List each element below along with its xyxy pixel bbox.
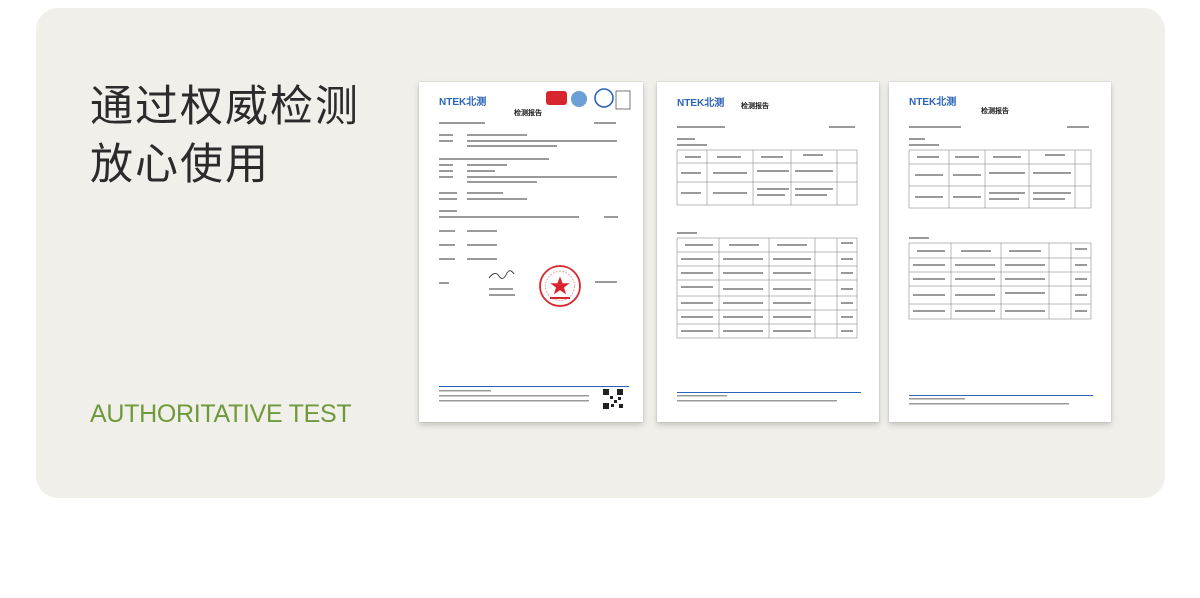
subline: AUTHORITATIVE TEST — [90, 400, 352, 428]
report-logo: NTEK北测 — [677, 96, 724, 109]
certification-mark-icon — [546, 88, 631, 110]
headline: 通过权威检测 放心使用 — [90, 78, 360, 194]
headline-line-2: 放心使用 — [90, 140, 270, 190]
test-report-page-1[interactable]: NTEK北测 检测报告 — [419, 82, 643, 422]
seal-stamp-icon — [539, 265, 581, 307]
report-logo: NTEK北测 — [909, 95, 956, 108]
inspection-card: 通过权威检测 放心使用 AUTHORITATIVE TEST NTEK北测 检测… — [36, 8, 1165, 498]
report-logo: NTEK北测 — [439, 95, 486, 108]
qr-code-icon — [602, 388, 624, 410]
report-title: 检测报告 — [981, 106, 1009, 115]
test-report-page-2[interactable]: NTEK北测 检测报告 — [657, 82, 879, 422]
report-title: 检测报告 — [741, 101, 769, 110]
test-report-page-3[interactable]: NTEK北测 检测报告 — [889, 82, 1111, 422]
headline-line-1: 通过权威检测 — [90, 82, 360, 132]
report-title: 检测报告 — [514, 108, 542, 117]
